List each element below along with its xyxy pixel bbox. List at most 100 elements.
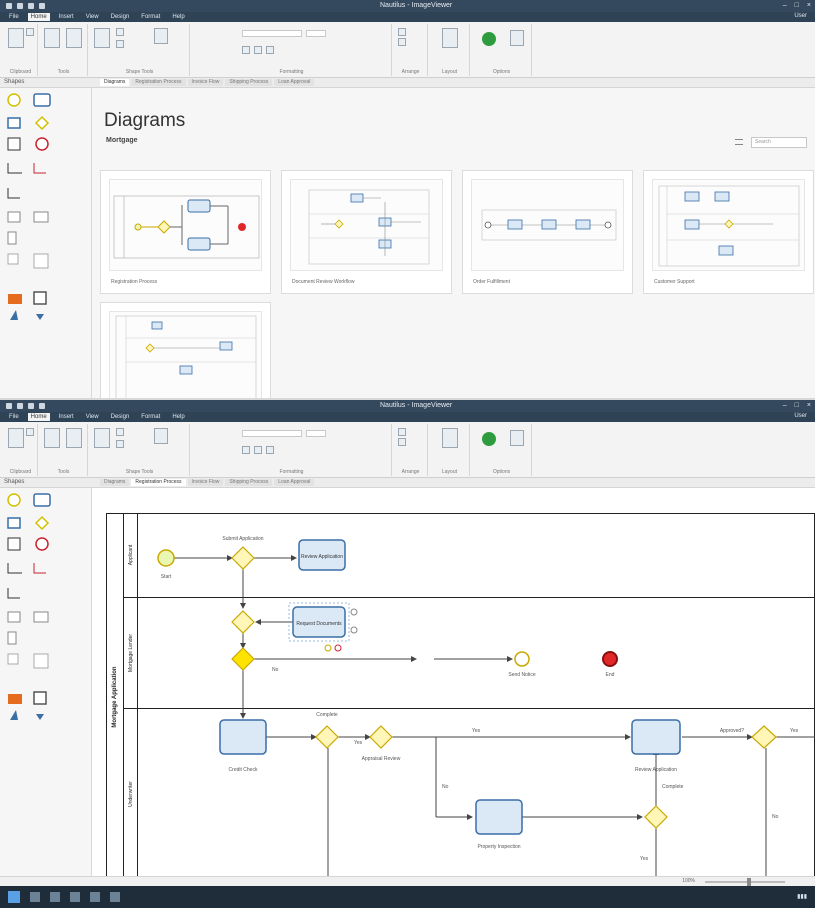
diagram-card[interactable]: Order Fulfillment — [462, 170, 633, 294]
annotation-shape[interactable] — [33, 211, 49, 223]
ellipse-tool-icon[interactable] — [116, 28, 124, 36]
tab-format[interactable]: Format — [138, 413, 163, 421]
font-size-field[interactable] — [306, 430, 326, 437]
grid-icon[interactable] — [510, 430, 524, 446]
tab-design[interactable]: Design — [108, 413, 133, 421]
pointer-icon[interactable] — [36, 314, 44, 320]
start-button[interactable] — [8, 891, 20, 903]
send-backward-icon[interactable] — [398, 38, 406, 46]
context-icon[interactable] — [350, 608, 358, 616]
sequence-flow-shape[interactable] — [7, 163, 22, 174]
select-tool-icon[interactable] — [44, 28, 60, 48]
auto-layout-icon[interactable] — [442, 28, 458, 48]
minimize-icon[interactable]: – — [783, 402, 787, 409]
app-icon[interactable] — [50, 892, 60, 902]
annotation-shape[interactable] — [33, 611, 49, 623]
tab-home[interactable]: Home — [27, 413, 50, 421]
table-shape[interactable] — [33, 291, 47, 305]
auto-layout-icon[interactable] — [442, 428, 458, 448]
text-shape[interactable] — [33, 653, 49, 669]
data-object-shape[interactable] — [7, 137, 21, 151]
message-flow-shape[interactable] — [33, 163, 46, 174]
doctab-4[interactable]: Loan Approval — [274, 479, 315, 486]
tab-insert[interactable]: Insert — [56, 13, 77, 21]
user-name[interactable]: User — [794, 413, 807, 419]
app-icon[interactable] — [90, 892, 100, 902]
group-shape[interactable] — [7, 611, 21, 623]
association-shape[interactable] — [7, 188, 20, 199]
gateway[interactable] — [231, 546, 255, 570]
underline-icon[interactable] — [266, 446, 274, 454]
end-event[interactable] — [602, 651, 618, 667]
task[interactable] — [219, 719, 267, 755]
end-event-shape[interactable] — [35, 137, 49, 151]
italic-icon[interactable] — [254, 446, 262, 454]
subprocess-shape[interactable] — [7, 517, 21, 529]
minimize-icon[interactable]: – — [783, 2, 787, 9]
underline-icon[interactable] — [266, 46, 274, 54]
doctab-4[interactable]: Loan Approval — [274, 79, 315, 86]
diagram-card[interactable]: Customer Support — [643, 170, 814, 294]
pointer-icon[interactable] — [36, 714, 44, 720]
pen-icon[interactable] — [10, 710, 18, 720]
task-shape[interactable] — [33, 493, 51, 507]
tab-file[interactable]: File — [6, 413, 22, 421]
maximize-icon[interactable]: □ — [795, 402, 799, 409]
image-shape[interactable] — [8, 294, 22, 304]
gateway[interactable] — [751, 725, 777, 749]
lane-shape[interactable] — [7, 653, 19, 665]
font-family-field[interactable] — [242, 30, 302, 37]
bring-forward-icon[interactable] — [398, 428, 406, 436]
rectangle-tool-icon[interactable] — [94, 428, 110, 448]
new-icon[interactable] — [39, 3, 45, 9]
select-tool-icon[interactable] — [44, 428, 60, 448]
zoom-icon[interactable] — [154, 428, 168, 444]
font-family-field[interactable] — [242, 430, 302, 437]
rectangle-tool-icon[interactable] — [94, 28, 110, 48]
lane-shape[interactable] — [7, 253, 19, 265]
diagram-card[interactable] — [100, 302, 271, 398]
task[interactable] — [631, 719, 681, 755]
bring-forward-icon[interactable] — [398, 28, 406, 36]
zoom-slider[interactable] — [705, 878, 785, 886]
sort-icon[interactable] — [735, 139, 743, 145]
undo-icon[interactable] — [17, 3, 23, 9]
message-flow-shape[interactable] — [33, 563, 46, 574]
tab-insert[interactable]: Insert — [56, 413, 77, 421]
save-icon[interactable] — [6, 403, 12, 409]
task-shape[interactable] — [33, 93, 51, 107]
tab-help[interactable]: Help — [169, 13, 187, 21]
end-event-shape[interactable] — [35, 537, 49, 551]
doctab-2[interactable]: Invoice Flow — [187, 79, 224, 86]
gateway-selected[interactable] — [231, 647, 255, 671]
zoom-icon[interactable] — [154, 28, 168, 44]
font-size-field[interactable] — [306, 30, 326, 37]
doctab-3[interactable]: Shipping Process — [225, 79, 273, 86]
italic-icon[interactable] — [254, 46, 262, 54]
task[interactable] — [475, 799, 523, 835]
tab-help[interactable]: Help — [169, 413, 187, 421]
user-name[interactable]: User — [794, 13, 807, 19]
context-icon[interactable] — [334, 644, 342, 652]
zoom-slider-handle[interactable] — [746, 878, 751, 886]
diagram-canvas[interactable]: Mortgage Application Applicant Mortgage … — [92, 488, 815, 880]
close-icon[interactable]: × — [807, 2, 811, 9]
diagram-card[interactable]: Registration Process — [100, 170, 271, 294]
paste-icon[interactable] — [8, 428, 24, 448]
association-shape[interactable] — [7, 588, 20, 599]
context-icon[interactable] — [350, 626, 358, 634]
bold-icon[interactable] — [242, 46, 250, 54]
start-event[interactable] — [157, 549, 175, 567]
gateway[interactable] — [315, 725, 339, 749]
tab-view[interactable]: View — [83, 413, 102, 421]
app-icon[interactable] — [70, 892, 80, 902]
doctab-1[interactable]: Registration Process — [131, 79, 186, 86]
gateway-shape[interactable] — [34, 515, 50, 531]
undo-icon[interactable] — [17, 403, 23, 409]
diagram-card[interactable]: Document Review Workflow — [281, 170, 452, 294]
tab-file[interactable]: File — [6, 13, 22, 21]
text-shape[interactable] — [33, 253, 49, 269]
subprocess-shape[interactable] — [7, 117, 21, 129]
tab-design[interactable]: Design — [108, 13, 133, 21]
redo-icon[interactable] — [28, 3, 34, 9]
